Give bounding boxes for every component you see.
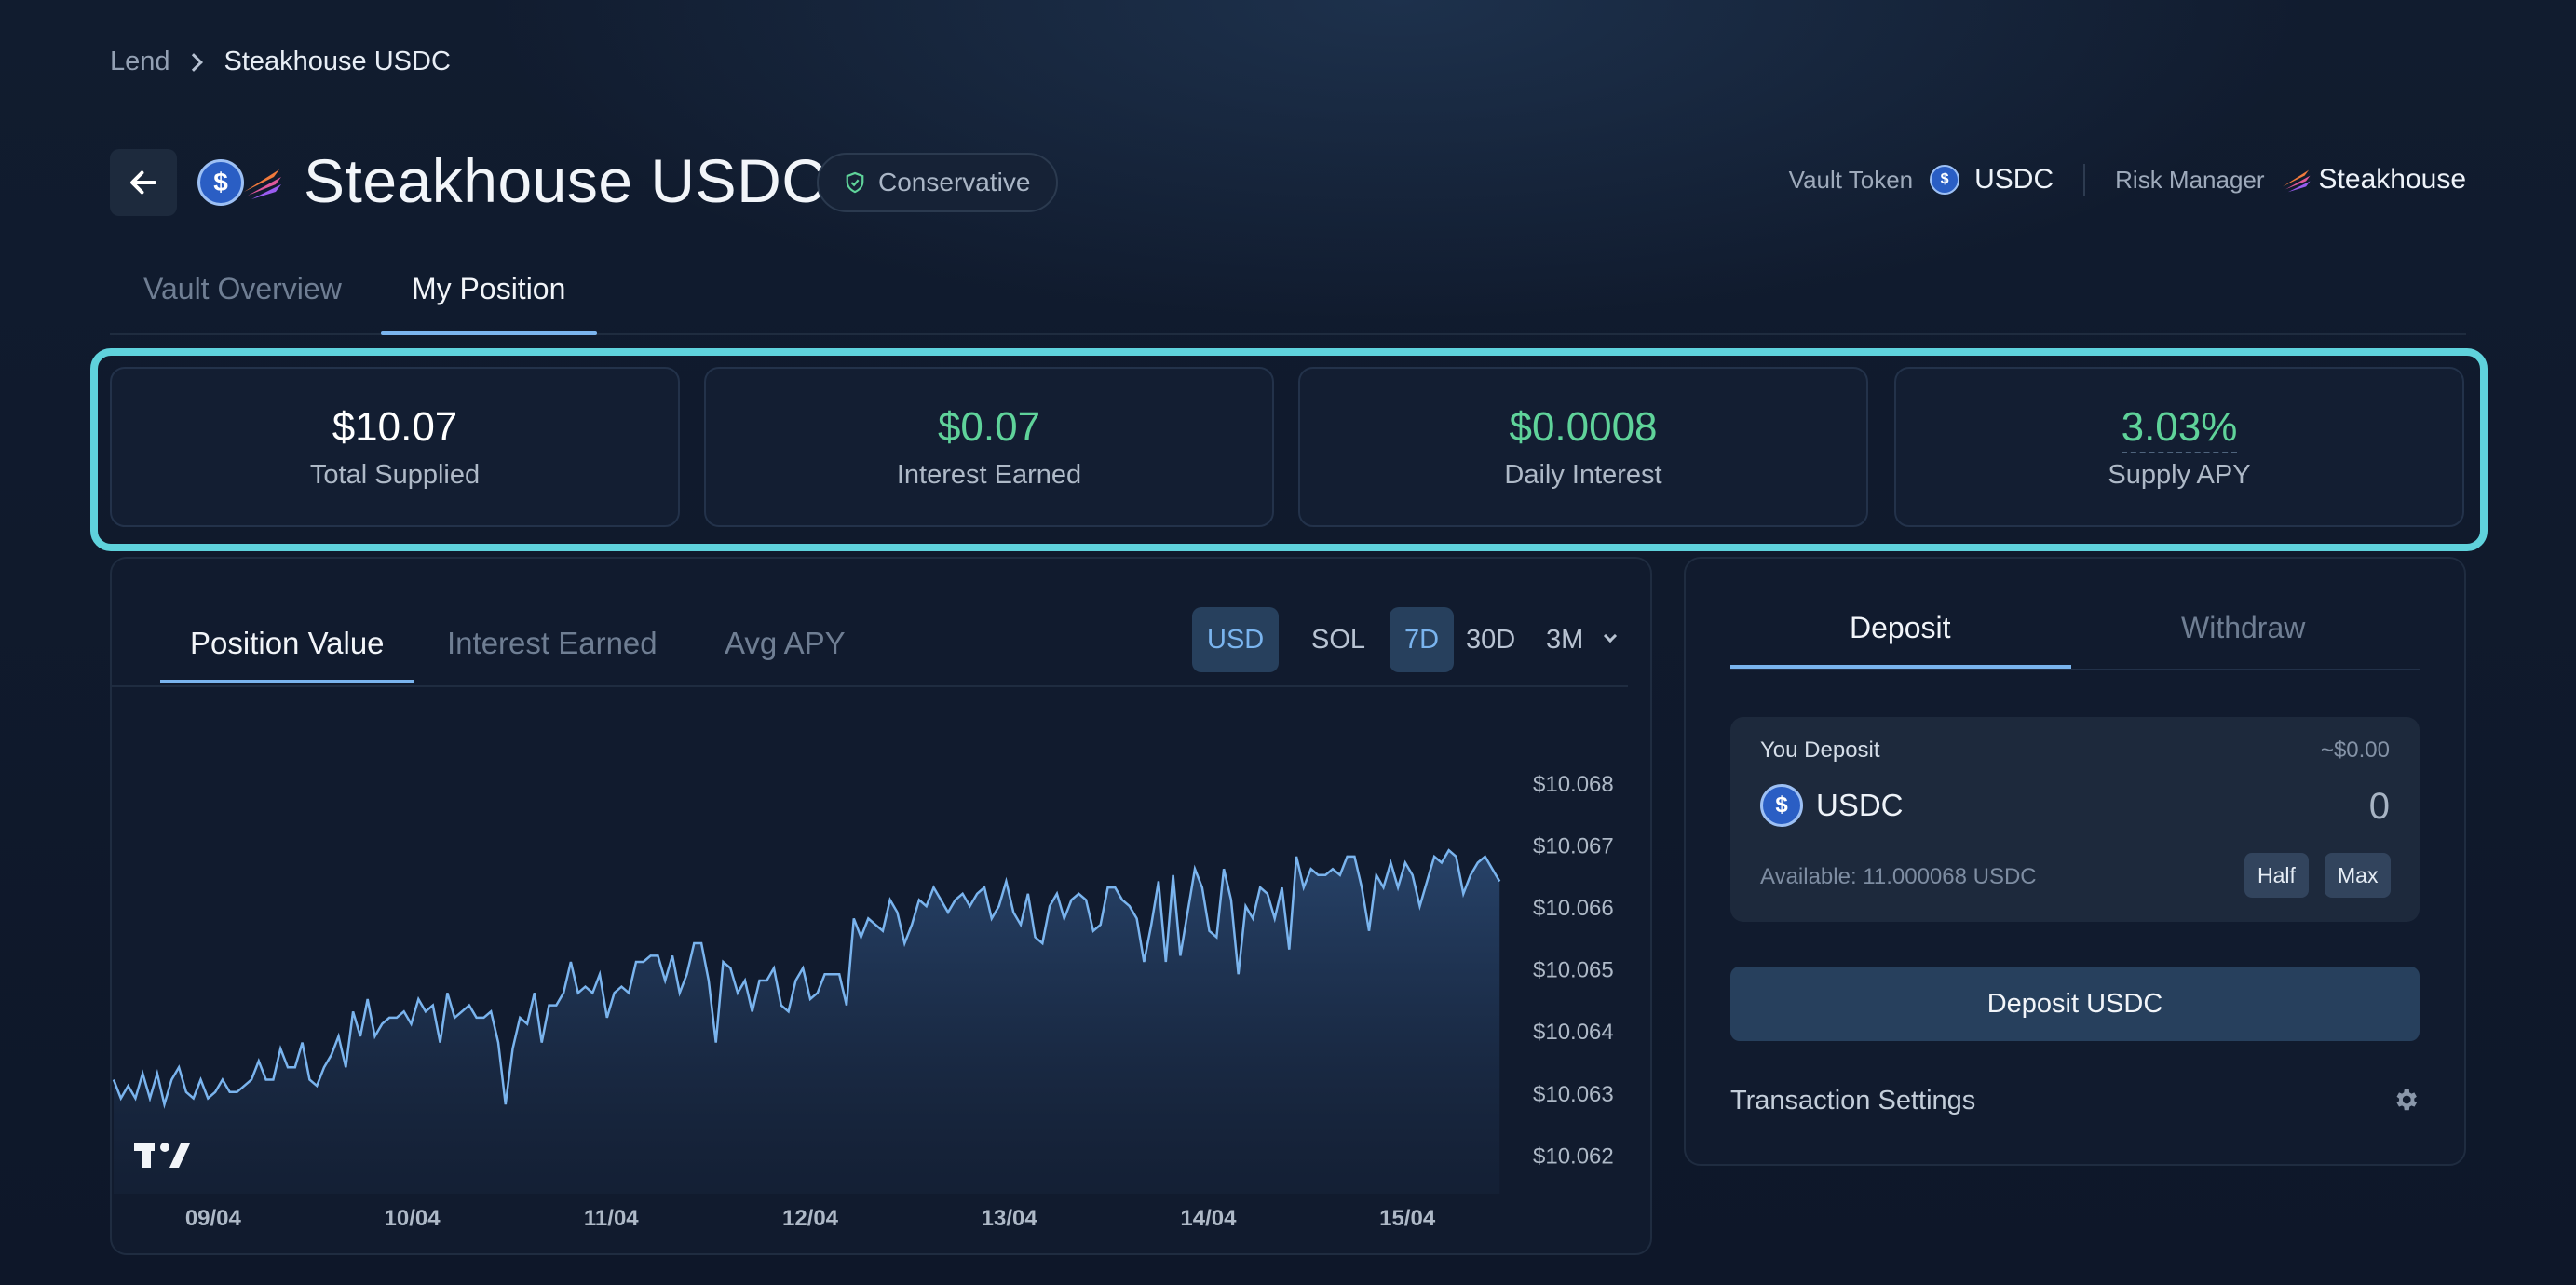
available-balance: Available: 11.000068 USDC [1760,864,2037,889]
gear-icon[interactable] [2392,1086,2420,1114]
stat-value: $0.07 [937,404,1041,450]
usdc-icon: $ [1930,165,1960,195]
y-tick-label: $10.066 [1533,896,1614,921]
steakhouse-logo-icon [244,169,281,199]
deposit-usd-value: ~$0.00 [2320,737,2390,763]
tab-deposit[interactable]: Deposit [1850,611,1951,645]
x-tick-label: 13/04 [982,1206,1038,1231]
page-tabs: Vault Overview My Position [110,261,2466,335]
active-tab-indicator [381,331,597,335]
deposit-submit-button[interactable]: Deposit USDC [1730,967,2420,1041]
x-tick-label: 10/04 [385,1206,441,1231]
page-title: Steakhouse USDC [304,146,827,215]
stat-label: Supply APY [2108,460,2251,490]
breadcrumb-lend-link[interactable]: Lend [110,47,170,77]
stat-label: Total Supplied [309,460,481,490]
deposit-amount-input[interactable]: 0 [2369,786,2390,828]
breadcrumb-current: Steakhouse USDC [224,47,451,76]
token-selector[interactable]: $ USDC [1760,784,1904,827]
transaction-settings-label[interactable]: Transaction Settings [1730,1086,1975,1116]
deposit-card: Deposit Withdraw You Deposit ~$0.00 $ US… [1684,557,2466,1166]
x-tick-label: 14/04 [1180,1206,1237,1231]
usdc-token-icon: $ [197,159,244,206]
stat-supply-apy: 3.03% Supply APY [1894,367,2464,527]
y-tick-label: $10.064 [1533,1020,1614,1045]
stat-label: Daily Interest [1504,460,1662,490]
chart-card: Position Value Interest Earned Avg APY U… [110,557,1652,1255]
y-tick-label: $10.065 [1533,958,1614,983]
y-tick-label: $10.067 [1533,834,1614,859]
stat-value: $10.07 [332,404,458,450]
x-tick-label: 09/04 [185,1206,242,1231]
risk-manager-label: Risk Manager [2115,165,2265,194]
x-tick-label: 15/04 [1379,1206,1436,1231]
chart-area-fill [114,850,1500,1194]
stat-interest-earned: $0.07 Interest Earned [704,367,1274,527]
arrow-left-icon [130,170,156,195]
stat-value: $0.0008 [1509,404,1658,450]
position-value-chart[interactable]: $10.068 $10.067 $10.066 $10.065 $10.064 $10.0… [112,559,1654,1257]
tab-withdraw[interactable]: Withdraw [2181,611,2305,645]
divider [1730,669,2420,670]
deposit-input-label: You Deposit [1760,737,1880,763]
x-tick-label: 11/04 [584,1206,639,1231]
half-button[interactable]: Half [2244,853,2309,898]
shield-check-icon [846,171,864,194]
stat-label: Interest Earned [896,460,1082,490]
risk-manager-value: Steakhouse [2318,164,2466,195]
deposit-input-box: You Deposit ~$0.00 $ USDC 0 Available: 1… [1730,717,2420,922]
vault-token-value: USDC [1974,164,2054,195]
back-button[interactable] [110,149,177,216]
x-tick-label: 12/04 [782,1206,839,1231]
usdc-icon: $ [1760,784,1803,827]
stat-total-supplied: $10.07 Total Supplied [110,367,680,527]
breadcrumb: Lend Steakhouse USDC [110,47,451,77]
y-tick-label: $10.063 [1533,1082,1614,1107]
stat-value[interactable]: 3.03% [2121,404,2238,453]
chevron-right-icon [183,52,203,72]
risk-label: Conservative [878,168,1031,196]
active-deposit-tab-indicator [1730,665,2071,669]
tab-my-position[interactable]: My Position [412,272,565,306]
steakhouse-logo-icon [2282,169,2311,193]
y-tick-label: $10.062 [1533,1143,1614,1169]
tab-vault-overview[interactable]: Vault Overview [143,272,342,306]
vault-meta: Vault Token $ USDC Risk Manager Steakhou… [1789,164,2466,196]
y-tick-label: $10.068 [1533,772,1614,797]
max-button[interactable]: Max [2325,853,2392,898]
token-symbol: USDC [1816,788,1904,822]
risk-badge: Conservative [817,153,1059,212]
vault-token-label: Vault Token [1788,165,1914,194]
divider [2083,164,2086,196]
stat-daily-interest: $0.0008 Daily Interest [1298,367,1868,527]
